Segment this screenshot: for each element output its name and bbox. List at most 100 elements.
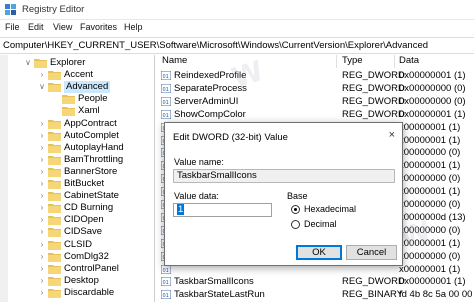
value-name-label: Value name: <box>174 157 224 167</box>
value-type: REG_DWORD <box>342 82 405 94</box>
value-data: x00000001 (1) <box>399 237 461 249</box>
column-divider[interactable] <box>394 55 395 68</box>
chevron-right-icon[interactable]: › <box>38 191 46 201</box>
value-data: x00000000 (0) <box>399 199 461 210</box>
svg-text:01: 01 <box>163 74 169 80</box>
tree-item-label: Explorer <box>50 57 86 68</box>
tree-item-label: AutoComplet <box>64 129 119 141</box>
chevron-right-icon[interactable]: › <box>38 227 46 237</box>
folder-icon <box>48 204 61 214</box>
value-name: TaskbarSmallIcons <box>174 276 254 288</box>
ok-button[interactable]: OK <box>296 245 342 260</box>
table-row[interactable]: 01 TaskbarStateLastRun REG_BINARY fd 4b 8c … <box>156 288 474 301</box>
address-bar[interactable]: Computer\HKEY_CURRENT_USER\Software\Micr… <box>0 37 474 54</box>
value-data: x00000001 (1) <box>399 263 461 275</box>
folder-icon <box>48 252 61 262</box>
svg-text:01: 01 <box>163 113 169 119</box>
value-name: SeparateProcess <box>174 82 247 94</box>
chevron-right-icon[interactable]: › <box>38 143 46 153</box>
table-row[interactable]: 01 ShowCompColor REG_DWORD 0x00000001 (1) <box>156 108 474 121</box>
hexadecimal-label[interactable]: Hexadecimal <box>304 204 356 214</box>
folder-icon <box>62 107 75 117</box>
tree-scrollbar[interactable] <box>0 55 8 302</box>
key-tree[interactable]: ∨ Explorer › Accent ∨ Advanced People Xaml › AppC… <box>0 55 155 302</box>
binary-value-icon: 01 <box>161 277 171 287</box>
chevron-right-icon[interactable]: › <box>38 252 46 262</box>
value-name: ReindexedProfile <box>174 70 247 81</box>
folder-icon <box>48 180 61 189</box>
tree-item-label: Xaml <box>78 105 100 117</box>
folder-icon <box>48 71 61 81</box>
chevron-right-icon[interactable]: › <box>38 203 46 213</box>
menu-view[interactable]: View <box>53 22 72 32</box>
value-data-label: Value data: <box>174 191 219 201</box>
decimal-label[interactable]: Decimal <box>304 219 337 229</box>
tree-item-label: CIDSave <box>64 226 103 238</box>
table-row[interactable]: 01 TaskbarSmallIcons REG_DWORD 0x00000001 (… <box>156 275 474 288</box>
base-group-label: Base <box>287 191 308 201</box>
menu-bar: File Edit View Favorites Help <box>0 20 474 36</box>
menu-file[interactable]: File <box>5 22 20 32</box>
tree-item-label: ControlPanel <box>64 262 119 274</box>
column-header-name[interactable]: Name <box>162 55 187 68</box>
chevron-right-icon[interactable]: › <box>38 70 46 80</box>
tree-item-label: BamThrottling <box>64 153 124 165</box>
tree-item-label: CIDOpen <box>64 214 104 226</box>
value-data-input[interactable]: 1 <box>173 203 272 217</box>
title-bar: Registry Editor <box>0 0 474 20</box>
chevron-right-icon[interactable]: › <box>38 240 46 250</box>
value-type: REG_DWORD <box>342 95 405 107</box>
chevron-right-icon[interactable]: › <box>38 179 46 189</box>
menu-favorites[interactable]: Favorites <box>80 22 117 32</box>
hexadecimal-radio[interactable] <box>291 205 300 214</box>
binary-value-icon: 01 <box>161 71 171 80</box>
tree-item-label: Discardable <box>64 286 115 298</box>
chevron-right-icon[interactable]: › <box>38 276 46 286</box>
chevron-right-icon[interactable]: › <box>38 167 46 177</box>
chevron-right-icon[interactable]: › <box>38 119 46 129</box>
tree-item-label: BitBucket <box>64 178 105 189</box>
value-data: x00000001 (1) <box>399 121 461 133</box>
table-row[interactable]: 01 ServerAdminUI REG_DWORD 0x00000000 (0) <box>156 95 474 108</box>
cancel-button[interactable]: Cancel <box>346 245 397 260</box>
value-name-field[interactable]: TaskbarSmallIcons <box>173 169 395 183</box>
decimal-radio[interactable] <box>291 220 300 229</box>
menu-help[interactable]: Help <box>124 22 143 32</box>
folder-icon <box>48 216 61 226</box>
value-name: ServerAdminUI <box>174 95 239 107</box>
value-type: REG_DWORD <box>342 276 405 288</box>
tree-item-label: ComDlg32 <box>64 250 109 262</box>
svg-text:01: 01 <box>163 100 169 106</box>
chevron-down-icon[interactable]: ∨ <box>24 58 32 68</box>
close-icon[interactable]: × <box>389 129 395 141</box>
tree-item-label: BannerStore <box>64 165 118 177</box>
edit-dword-dialog: Edit DWORD (32-bit) Value × Value name: … <box>164 122 403 266</box>
value-data: 0x00000000 (0) <box>399 82 466 94</box>
address-path[interactable]: Computer\HKEY_CURRENT_USER\Software\Micr… <box>3 40 428 51</box>
window-title: Registry Editor <box>22 4 85 15</box>
menu-edit[interactable]: Edit <box>28 22 44 32</box>
chevron-right-icon[interactable]: › <box>38 155 46 165</box>
value-data-text: 1 <box>177 204 185 215</box>
chevron-right-icon[interactable]: › <box>38 264 46 274</box>
svg-text:01: 01 <box>163 280 169 286</box>
radio-selected-dot <box>294 208 297 211</box>
table-row[interactable]: 01 ReindexedProfile REG_DWORD 0x00000001 (1… <box>156 69 474 82</box>
value-data: fd 4b 8c 5a 00 00 00 00 <box>399 289 474 301</box>
table-row[interactable]: 01 SeparateProcess REG_DWORD 0x00000000 (0) <box>156 82 474 95</box>
chevron-right-icon[interactable]: › <box>38 215 46 225</box>
chevron-right-icon[interactable]: › <box>38 131 46 141</box>
value-name-text: TaskbarSmallIcons <box>177 170 257 181</box>
column-divider[interactable] <box>336 55 337 68</box>
value-type: REG_DWORD <box>342 108 405 120</box>
folder-icon <box>48 155 61 165</box>
chevron-right-icon[interactable]: › <box>38 288 46 298</box>
binary-value-icon: 01 <box>161 96 171 106</box>
value-data: x00000000 (0) <box>399 173 461 185</box>
folder-icon <box>48 240 61 250</box>
folder-icon <box>48 143 61 153</box>
folder-icon <box>48 264 61 274</box>
column-header-data[interactable]: Data <box>399 55 419 68</box>
column-header-type[interactable]: Type <box>342 55 363 68</box>
chevron-down-icon[interactable]: ∨ <box>38 82 46 92</box>
